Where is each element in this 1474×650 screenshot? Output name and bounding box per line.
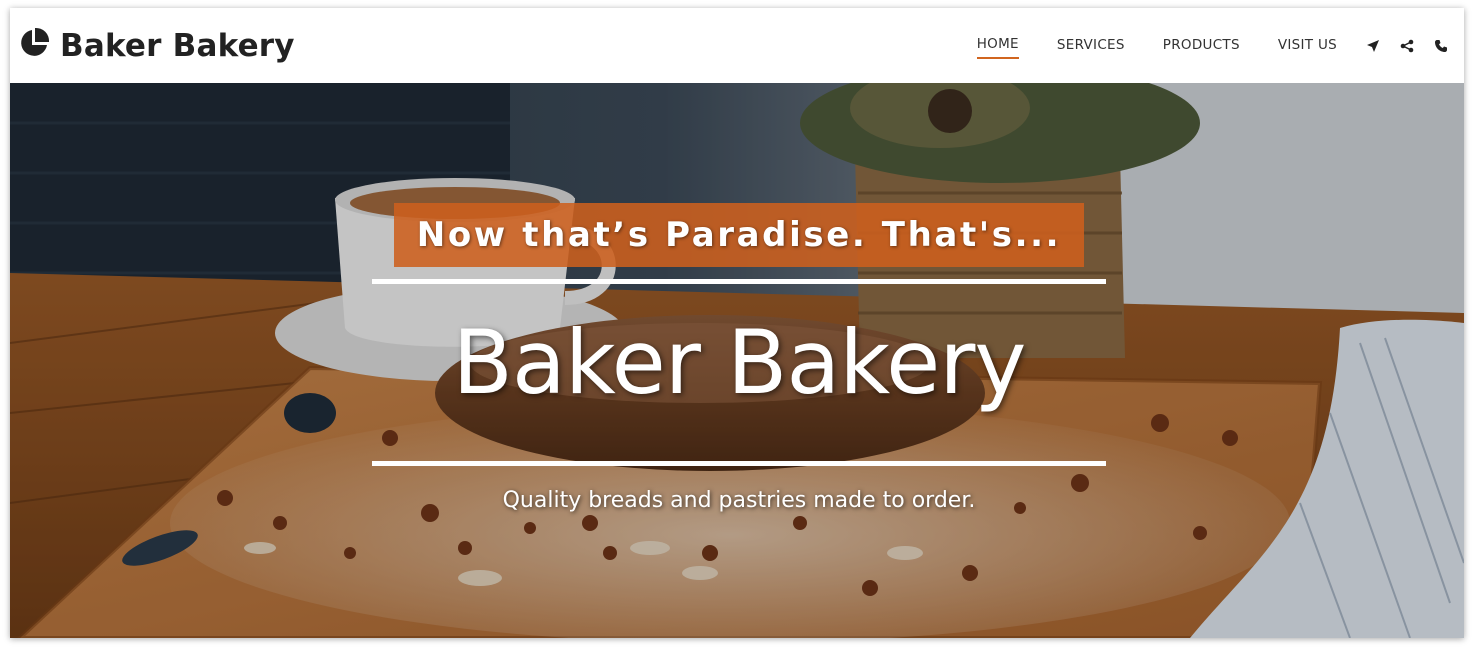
hero-divider-bottom [372, 461, 1106, 466]
nav-products[interactable]: PRODUCTS [1163, 33, 1240, 58]
nav-visit-us[interactable]: VISIT US [1278, 33, 1337, 58]
brand-name: Baker Bakery [60, 27, 295, 64]
hero-title: Baker Bakery [452, 311, 1027, 414]
share-icon[interactable] [1399, 38, 1415, 54]
navbar: Baker Bakery HOME SERVICES PRODUCTS VISI… [10, 8, 1464, 83]
hero-tagline: Now that’s Paradise. That's... [416, 215, 1062, 255]
brand-link[interactable]: Baker Bakery [18, 27, 295, 64]
tagline-banner: Now that’s Paradise. That's... [394, 203, 1084, 267]
hero-section: Now that’s Paradise. That's... Baker Bak… [10, 83, 1464, 638]
nav-home[interactable]: HOME [976, 32, 1019, 59]
hero-subtitle: Quality breads and pastries made to orde… [502, 488, 976, 513]
location-arrow-icon[interactable] [1365, 38, 1381, 54]
phone-icon[interactable] [1433, 38, 1449, 54]
hero-divider-top [372, 279, 1106, 284]
pie-chart-icon [18, 27, 60, 64]
nav-services[interactable]: SERVICES [1057, 33, 1125, 58]
browser-page: Baker Bakery HOME SERVICES PRODUCTS VISI… [10, 8, 1464, 638]
main-nav: HOME SERVICES PRODUCTS VISIT US [958, 32, 1458, 59]
